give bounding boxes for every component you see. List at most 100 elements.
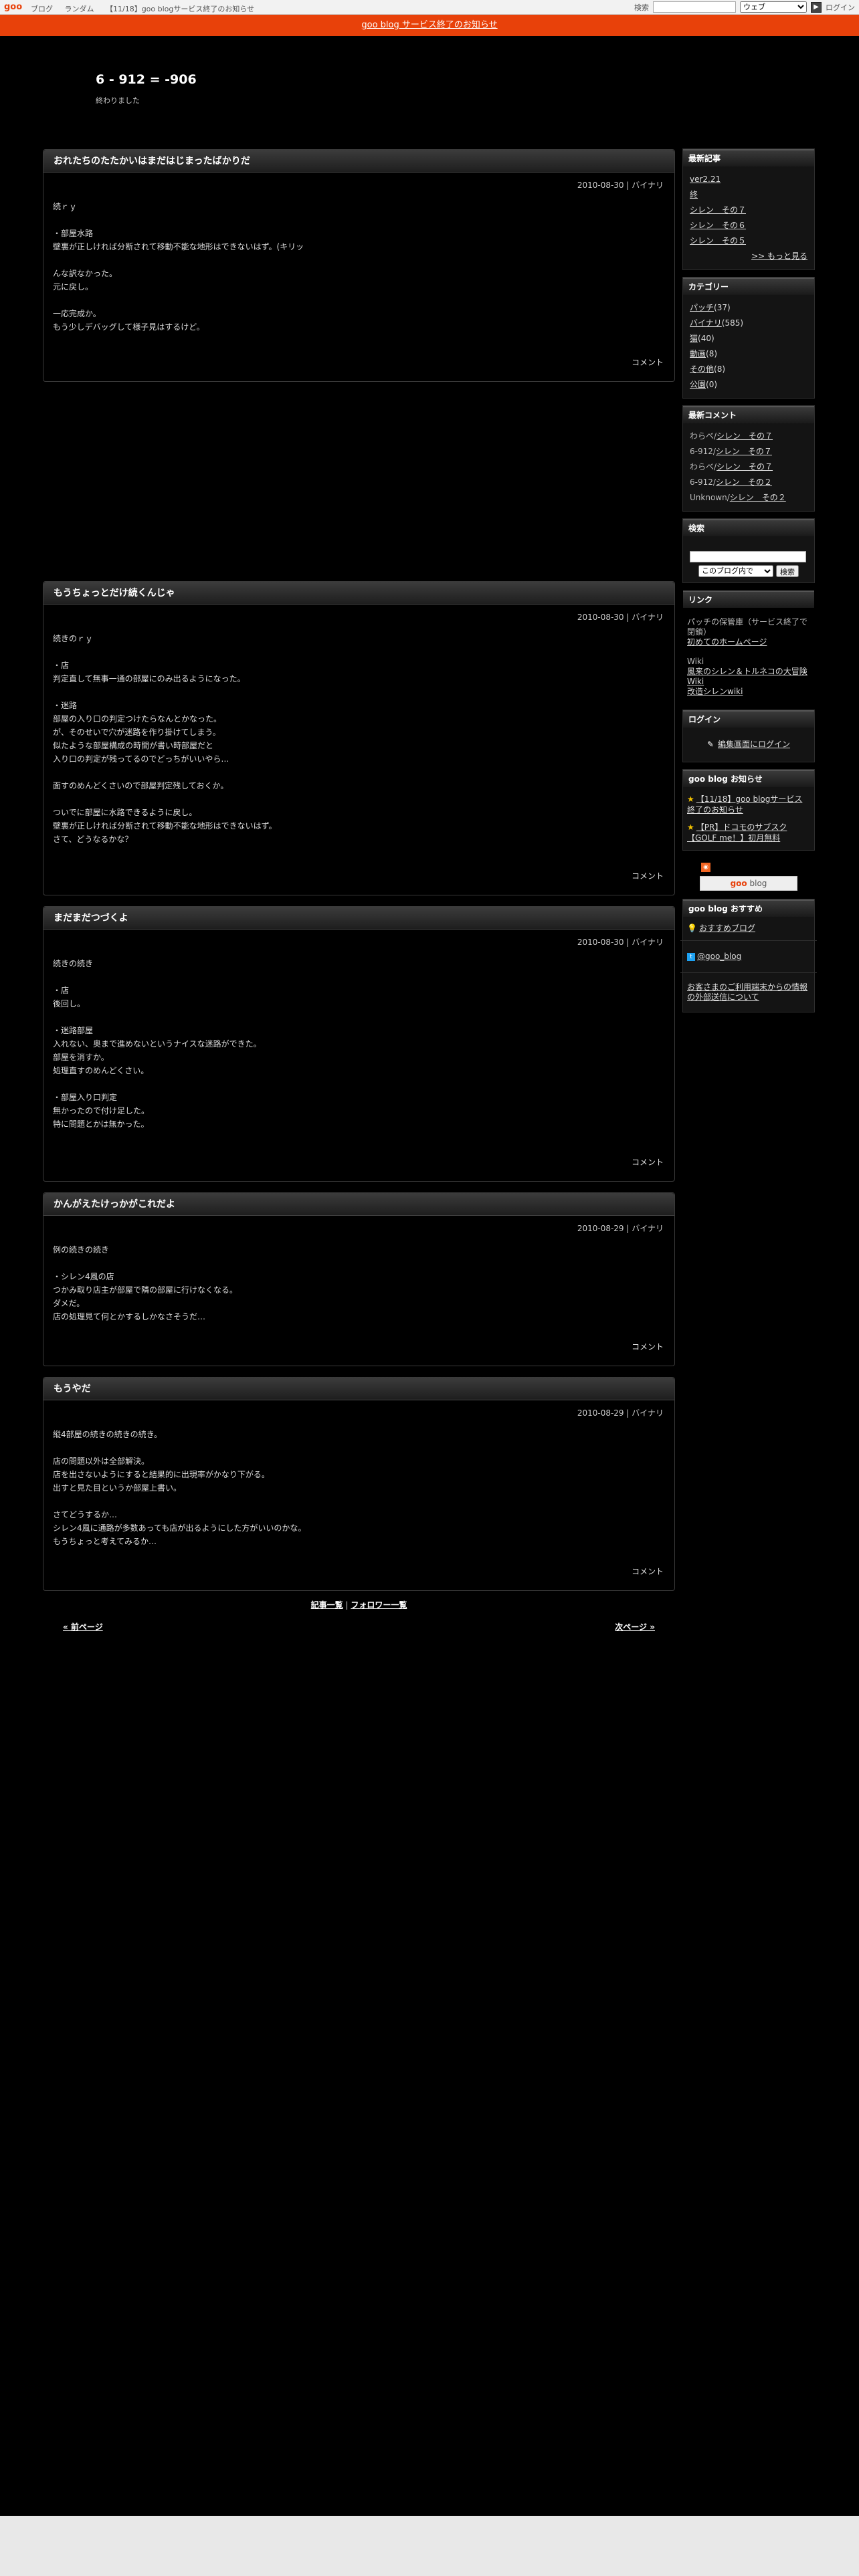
comment-link[interactable]: コメント [632,356,664,368]
category-link[interactable]: その他 [690,364,714,374]
nav-random-link[interactable]: ランダム [65,5,94,13]
entry-date: 2010-08-29 | バイナリ [577,1224,664,1233]
wiki-label: Wiki [687,657,704,666]
recent-comments-box: 最新コメント わらべ/シレン その７ 6-912/シレン その７ わらべ/シレン… [682,405,815,512]
entry-body: 続ｒｙ ・部屋水路 壁裏が正しければ分断されて移動不能な地形はできないはず。(キ… [53,202,304,332]
recent-posts-box: 最新記事 ver2.21 終 シレン その７ シレン その６ シレン その５ >… [682,148,815,270]
comment-link[interactable]: コメント [632,870,664,881]
nav-notice-link[interactable]: 【11/18】goo blogサービス終了のお知らせ [106,5,254,13]
entry-title[interactable]: もうやだ [43,1378,674,1400]
recent-post-link[interactable]: シレン その７ [690,205,746,215]
goo-logo[interactable]: goo [4,2,22,12]
comment-author: わらべ/ [690,462,717,471]
entry-body: 縦4部屋の続きの続きの続き。 店の問題以外は全部解決。 店を出さないようにすると… [53,1430,306,1546]
blog-title[interactable]: 6 - 912 = -906 [96,72,197,87]
category-count: (8) [706,349,718,358]
recent-post-link[interactable]: 終 [690,190,698,199]
article-list-link[interactable]: 記事一覧 [311,1600,343,1610]
blog-search-input[interactable] [690,551,806,562]
wiki-link-shiren[interactable]: 風来のシレン＆トルネコの大冒険 Wiki [687,667,807,686]
feed-badges: ◉ goo blog [682,857,815,899]
category-count: (37) [714,303,731,312]
recent-post-link[interactable]: シレン その５ [690,236,746,245]
pencil-icon: ✎ [706,740,714,749]
news-link[interactable]: 【11/18】goo blogサービス終了のお知らせ [687,794,802,815]
top-search-button[interactable]: ▶ [811,1,822,13]
category-link[interactable]: 公園 [690,380,706,389]
top-login-link[interactable]: ログイン [826,2,855,13]
comment-link[interactable]: コメント [632,1341,664,1352]
blog-search-heading: 検索 [683,519,814,536]
comment-link[interactable]: コメント [632,1566,664,1577]
entry-title[interactable]: おれたちのたたかいはまだはじまったばかりだ [43,150,674,173]
category-box: カテゴリー パッチ(37) バイナリ(585) 猫(40) 動画(8) その他(… [682,277,815,399]
sidebar: 最新記事 ver2.21 終 シレン その７ シレン その６ シレン その５ >… [680,148,817,1019]
star-icon: ★ [687,794,694,804]
comment-link[interactable]: コメント [632,1156,664,1168]
recommend-box: goo blog おすすめ 💡 おすすめブログ t @goo_blog お客さまのご… [680,899,817,1012]
links-box: リンク パッチの保管庫（サービス終了で閉鎖） 初めてのホームページ Wiki 風… [682,590,815,703]
badge-blog-text: blog [747,879,767,888]
comment-post-link[interactable]: シレン その７ [717,431,773,441]
category-link[interactable]: 猫 [690,334,698,343]
entry-body: 続きのｒｙ ・店 判定直して無事一通の部屋にのみ出るようになった。 ・迷路 部屋… [53,634,277,844]
recent-post-link[interactable]: ver2.21 [690,175,721,184]
comment-post-link[interactable]: シレン その７ [717,462,773,471]
twitter-icon: t [687,952,695,961]
top-search-label: 検索 [634,3,649,12]
comment-post-link[interactable]: シレン その２ [716,477,772,487]
prev-page-link[interactable]: « 前ページ [63,1621,103,1632]
recent-post-link[interactable]: シレン その６ [690,221,746,230]
top-bar: goo ブログ ランダム 【11/18】goo blogサービス終了のお知らせ … [0,0,859,15]
goo-news-heading: goo blog お知らせ [683,770,814,787]
pager: « 前ページ 次ページ » [43,1621,675,1641]
comment-post-link[interactable]: シレン その７ [716,447,772,456]
list-links: 記事一覧 | フォロワー一覧 [43,1599,675,1610]
category-heading: カテゴリー [683,278,814,295]
links-description: パッチの保管庫（サービス終了で閉鎖） [687,617,808,637]
service-notice-link[interactable]: goo blog サービス終了のお知らせ [361,20,497,30]
recent-posts-heading: 最新記事 [683,149,814,167]
follower-list-link[interactable]: フォロワー一覧 [351,1600,407,1610]
entry: かんがえたけっかがこれだよ 2010-08-29 | バイナリ 例の続きの続き … [43,1192,675,1366]
login-heading: ログイン [683,710,814,728]
category-link[interactable]: 動画 [690,349,706,358]
entry-title[interactable]: かんがえたけっかがこれだよ [43,1193,674,1216]
twitter-link[interactable]: @goo_blog [697,952,741,961]
top-search-input[interactable] [653,1,736,13]
entry: もうやだ 2010-08-29 | バイナリ 縦4部屋の続きの続きの続き。 店の… [43,1377,675,1591]
entry: もうちょっとだけ続くんじゃ 2010-08-30 | バイナリ 続きのｒｙ ・店… [43,581,675,895]
category-link[interactable]: パッチ [690,303,714,312]
nav-blog-link[interactable]: ブログ [31,5,53,13]
category-count: (585) [721,318,744,328]
entry-title[interactable]: まだまだつづくよ [43,907,674,930]
footer-bar [0,2516,859,2576]
blog-search-scope[interactable]: このブログ内で [698,565,773,577]
blog-search-box: 検索 このブログ内で 検索 [682,518,815,583]
goo-blog-badge[interactable]: goo blog [700,876,797,891]
edit-login-link[interactable]: 編集画面にログイン [718,740,790,749]
category-count: (8) [714,364,726,374]
homepage-link[interactable]: 初めてのホームページ [687,637,767,647]
star-icon: ★ [687,823,694,832]
goo-news-box: goo blog お知らせ ★ 【11/18】goo blogサービス終了のお知ら… [682,769,815,851]
external-transmission-link[interactable]: お客さまのご利用端末からの情報の外部送信について [687,982,807,1002]
login-box: ログイン ✎ 編集画面にログイン [682,710,815,762]
recommend-heading: goo blog おすすめ [683,899,814,917]
comment-author: Unknown/ [690,493,730,502]
rss-icon[interactable]: ◉ [701,863,710,872]
comment-author: わらべ/ [690,431,717,441]
next-page-link[interactable]: 次ページ » [615,1621,655,1632]
entry-title[interactable]: もうちょっとだけ続くんじゃ [43,582,674,605]
recommend-blog-link[interactable]: おすすめブログ [699,924,755,933]
entry: おれたちのたたかいはまだはじまったばかりだ 2010-08-30 | バイナリ … [43,149,675,382]
wiki-link-kaizou[interactable]: 改造シレンwiki [687,687,743,696]
news-link[interactable]: 【PR】ドコモのサブスク【GOLF me！】初月無料 [687,823,787,843]
top-search-scope[interactable]: ウェブ [740,1,807,13]
entry-body: 例の続きの続き ・シレン4風の店 つかみ取り店主が部屋で隣の部屋に行けなくなる。… [53,1245,238,1321]
entry-date: 2010-08-29 | バイナリ [577,1408,664,1418]
category-link[interactable]: バイナリ [690,318,722,328]
more-posts-link[interactable]: >> もっと見る [751,251,807,261]
comment-post-link[interactable]: シレン その２ [730,493,786,502]
blog-search-button[interactable]: 検索 [776,565,799,577]
